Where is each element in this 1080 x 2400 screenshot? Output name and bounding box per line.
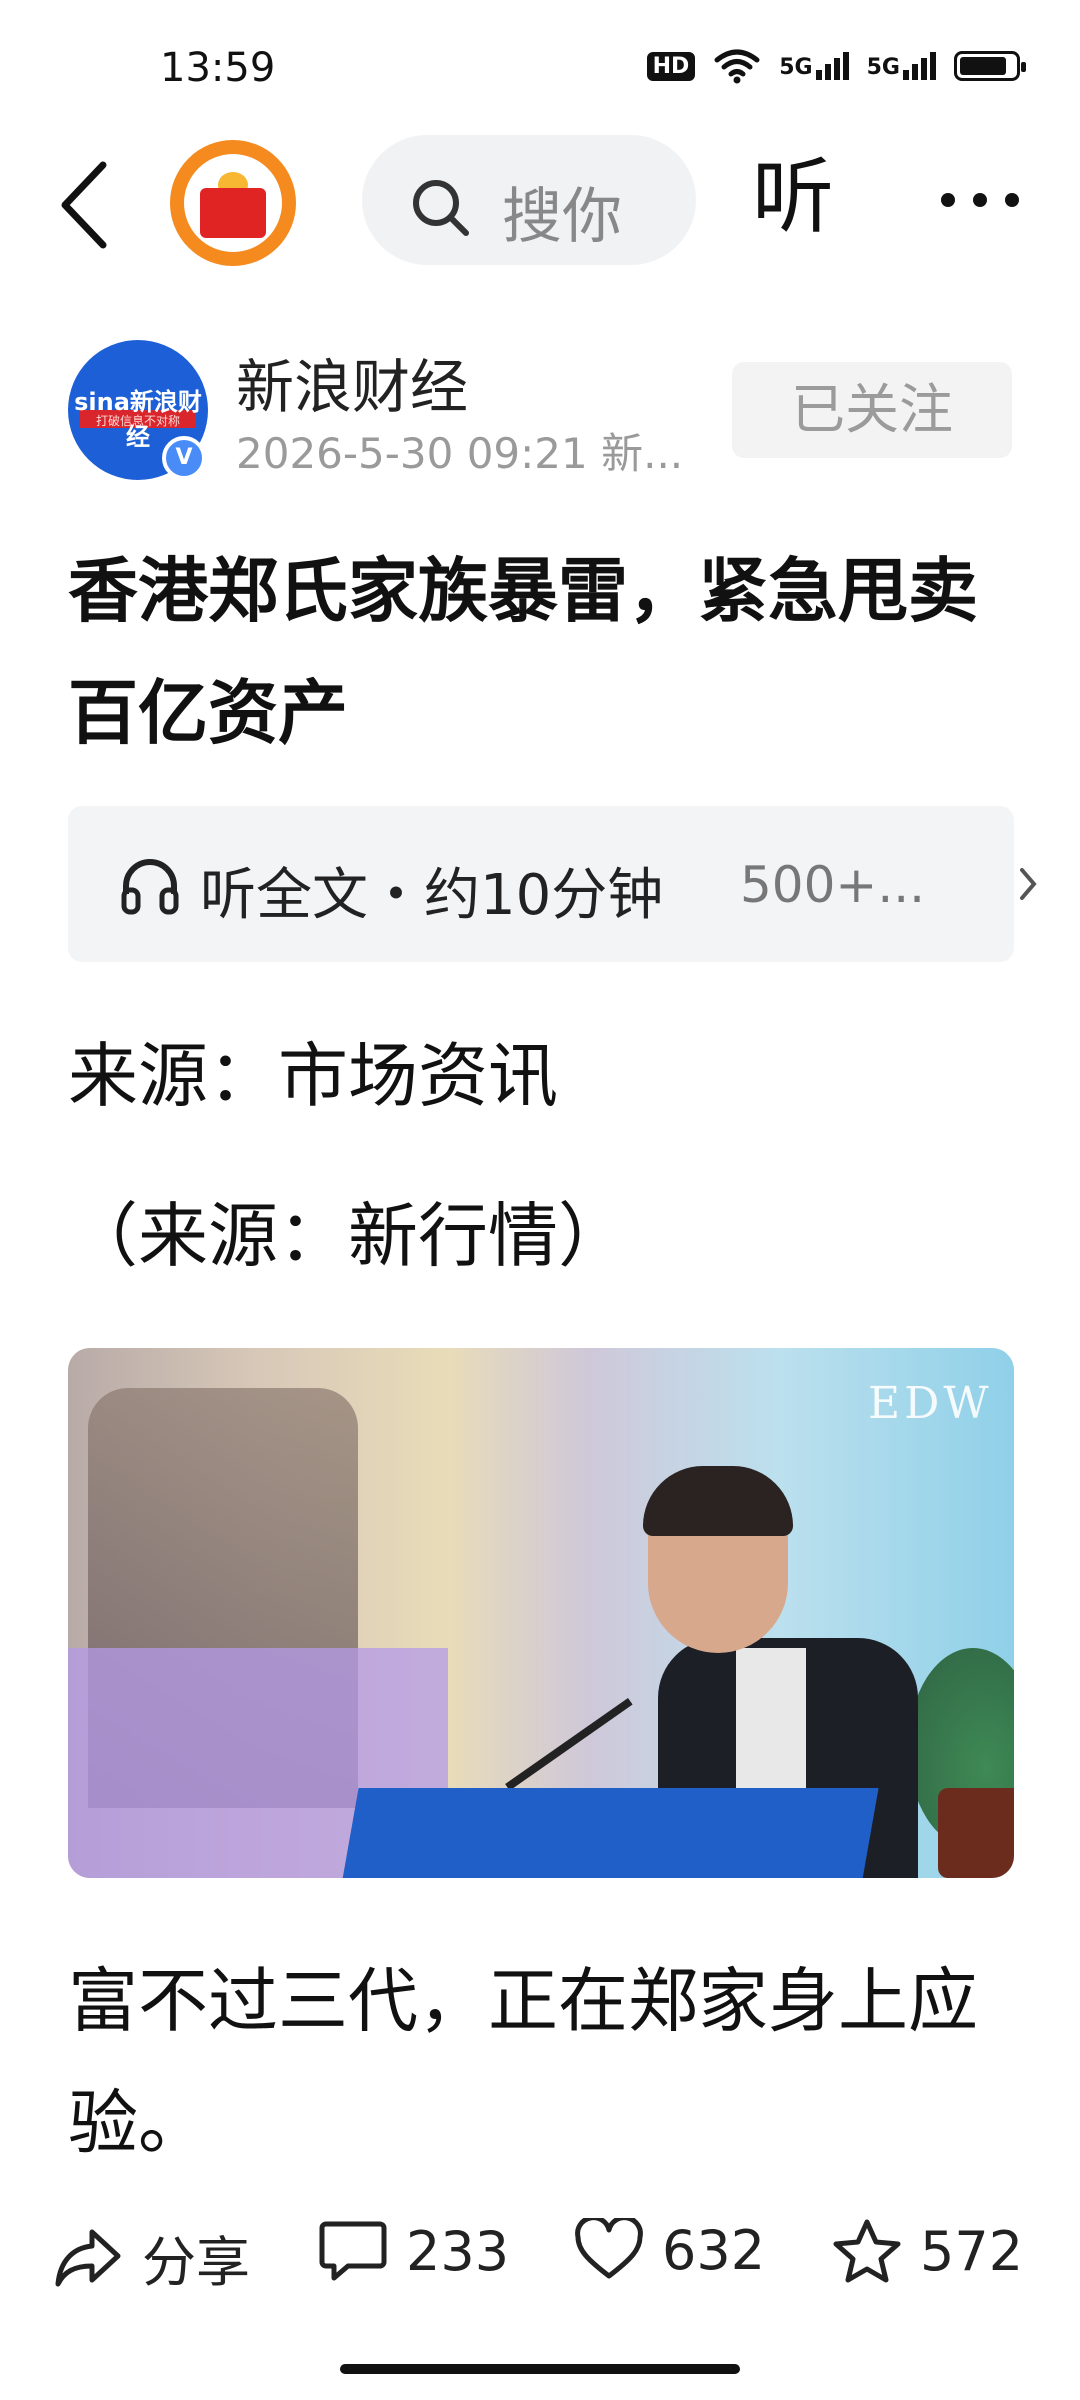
signal-sim2: 5G (867, 52, 936, 80)
search-placeholder: 搜你 (502, 182, 622, 252)
comment-count: 233 (406, 2219, 510, 2283)
listen-count: 500+... (740, 856, 926, 914)
image-speaker-hair (643, 1466, 793, 1536)
image-chair (938, 1788, 1014, 1878)
listen-full-article-bar[interactable]: 听全文・约10分钟 500+... (68, 806, 1037, 962)
avatar-slogan: 打破信息不对称 (95, 414, 180, 428)
battery-fill (960, 57, 1006, 75)
search-input[interactable]: 搜你 (362, 135, 696, 265)
listen-button[interactable]: 听 (752, 148, 834, 248)
follow-button[interactable]: 已关注 (732, 362, 1012, 458)
home-indicator[interactable] (340, 2364, 740, 2374)
status-bar: 13:59 HD 5G 5G (0, 0, 1080, 130)
battery-icon (954, 51, 1026, 81)
star-icon (833, 2219, 901, 2283)
search-icon (413, 180, 469, 236)
signal-sim2-label: 5G (866, 55, 900, 80)
listen-full-label: 听全文・约10分钟 (200, 863, 664, 928)
hd-badge: HD (646, 51, 696, 81)
more-button[interactable] (930, 160, 1030, 240)
signal-sim1-label: 5G (779, 55, 813, 80)
image-podium (337, 1788, 879, 1878)
status-time: 13:59 (160, 45, 276, 91)
back-button[interactable] (55, 155, 115, 255)
back-icon (61, 161, 107, 249)
signal-sim1: 5G (779, 52, 849, 80)
article-title: 香港郑氏家族暴雷，紧急甩卖百亿资产 (68, 550, 978, 754)
post-meta: 2026-5-30 09:21 新... (236, 429, 684, 478)
image-banner-text: EDW (868, 1378, 993, 1429)
headphone-icon (121, 859, 179, 915)
more-icon (941, 193, 1019, 207)
like-button[interactable]: 632 (574, 2218, 765, 2282)
share-icon (55, 2229, 121, 2286)
comment-icon (319, 2221, 387, 2281)
source-line: 来源：市场资讯 (68, 1035, 558, 1117)
favorite-button[interactable]: 572 (832, 2218, 1023, 2284)
wifi-icon (714, 49, 760, 84)
article-body-paragraph: 富不过三代，正在郑家身上应验。 (68, 1960, 978, 2164)
share-button[interactable]: 分享 (52, 2218, 250, 2297)
article-image[interactable]: EDW (68, 1348, 1014, 1878)
author-name[interactable]: 新浪财经 (236, 340, 468, 424)
red-packet-activity-icon[interactable] (170, 140, 296, 266)
favorite-count: 572 (920, 2219, 1024, 2283)
status-icons: HD 5G 5G (646, 48, 1026, 84)
verified-badge: V (162, 436, 206, 480)
like-count: 632 (662, 2218, 766, 2282)
like-icon (575, 2218, 643, 2279)
image-microphone (505, 1698, 633, 1791)
share-label: 分享 (142, 2231, 250, 2294)
source-note: （来源：新行情） (68, 1195, 628, 1277)
chevron-right-icon (1020, 868, 1037, 900)
comment-button[interactable]: 233 (318, 2218, 509, 2284)
